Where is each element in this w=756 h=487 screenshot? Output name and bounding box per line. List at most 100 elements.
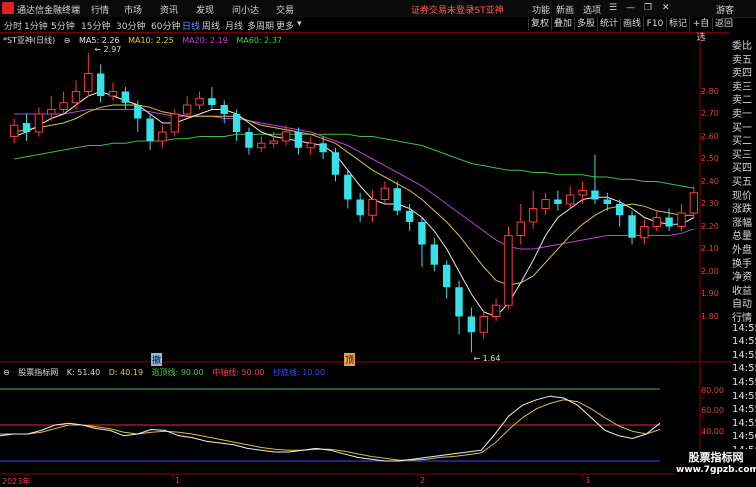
side-panel-item: 卖三 <box>732 81 752 92</box>
candle-body <box>615 204 624 216</box>
close-icon[interactable]: ✕ <box>662 3 670 13</box>
side-panel-item: 买三 <box>732 149 752 160</box>
minimize-icon[interactable]: — <box>626 3 635 13</box>
ma-lines <box>14 90 695 318</box>
indicator-panel <box>0 388 704 462</box>
candle-body <box>47 109 56 115</box>
candle-body <box>393 188 401 211</box>
candle-body <box>158 131 167 142</box>
period-15min[interactable]: 15分钟 <box>81 19 110 32</box>
period-multi[interactable]: 多周期 <box>247 19 274 32</box>
candle <box>9 118 19 144</box>
period-30min[interactable]: 30分钟 <box>116 19 145 32</box>
bottom-line-label: 抄底线: 10.00 <box>272 368 326 377</box>
menu-gongneng[interactable]: 功能 <box>532 3 550 16</box>
signal-marker-2: 顶 <box>344 353 356 366</box>
mark-button[interactable]: 标记 <box>666 17 689 31</box>
side-panel-item: 14:56 <box>732 431 756 443</box>
candle-body <box>591 190 599 200</box>
menu-bar: 通达信金融终端 行情 市场 资讯 发现 问小达 交易 证券交易未登录 *ST亚神… <box>0 0 756 18</box>
chart-area[interactable] <box>0 32 732 487</box>
back-button[interactable]: 返回 <box>712 17 735 31</box>
candle <box>146 114 154 150</box>
draw-line-button[interactable]: 画线 <box>620 17 643 31</box>
period-60min[interactable]: 60分钟 <box>151 19 180 32</box>
f10-button[interactable]: F10 <box>643 17 666 31</box>
period-fenshi[interactable]: 分时 <box>4 19 22 32</box>
d-label: D: 40.19 <box>108 368 144 377</box>
maximize-icon[interactable]: ❐ <box>644 3 652 13</box>
candle <box>84 53 93 96</box>
side-panel-item: 14:55 <box>732 417 756 429</box>
period-weekly[interactable]: 周线 <box>202 19 220 32</box>
candle-body <box>208 98 216 105</box>
candle <box>516 204 526 245</box>
menu-xuanxiang[interactable]: 选项 <box>583 3 601 16</box>
period-1min[interactable]: 1分钟 <box>24 19 48 32</box>
candle <box>479 309 488 339</box>
candle <box>34 107 44 137</box>
period-5min[interactable]: 5分钟 <box>51 19 75 32</box>
login-warning[interactable]: 证券交易未登录 <box>411 3 474 16</box>
y-tick-label: 2.30 <box>701 199 719 208</box>
candle <box>591 154 599 204</box>
menu-zixun[interactable]: 资讯 <box>160 3 178 16</box>
candle <box>504 226 513 310</box>
side-panel-item: 买一 <box>732 122 752 133</box>
candle <box>108 82 118 101</box>
period-monthly[interactable]: 月线 <box>225 19 243 32</box>
add-watchlist-button[interactable]: +自选 <box>689 17 712 43</box>
candle-body <box>665 217 673 227</box>
x-label-3: 3 <box>585 476 591 485</box>
x-label-year: 2023年 <box>2 477 31 486</box>
period-daily[interactable]: 日线 <box>182 19 200 32</box>
main-grid <box>0 32 732 487</box>
candle-body <box>281 131 291 142</box>
candle-body <box>294 132 303 148</box>
candle <box>640 219 649 245</box>
side-panel-item: 14:55 <box>732 349 756 361</box>
candle-body <box>491 304 501 317</box>
multi-stock-button[interactable]: 多股 <box>574 17 597 31</box>
watermark-title: 股票指标网 <box>688 451 744 464</box>
guest-label[interactable]: 游客 <box>716 3 734 16</box>
menu-faxian[interactable]: 发现 <box>196 3 214 16</box>
low-annotation: ← 1.64 <box>473 353 501 363</box>
menu-hangqing[interactable]: 行情 <box>91 3 109 16</box>
k-label: K: 51.40 <box>66 368 101 377</box>
menu-jiaoyi[interactable]: 交易 <box>276 3 294 16</box>
ma20-line <box>14 109 694 250</box>
stats-button[interactable]: 统计 <box>597 17 620 31</box>
period-more-chevron-icon[interactable]: ▾ <box>297 19 302 29</box>
top-line-label: 逃顶线: 90.00 <box>151 368 204 377</box>
candle <box>455 280 463 335</box>
candle <box>220 100 228 123</box>
candle-body <box>121 91 130 103</box>
y-tick-label: 2.60 <box>701 131 719 141</box>
candle-body <box>257 142 266 149</box>
menu-wenxiaoda[interactable]: 问小达 <box>232 3 259 16</box>
candle-body <box>96 73 105 96</box>
menu-xinhua[interactable]: 新画 <box>556 3 574 16</box>
side-panel-item: 委比 <box>732 41 752 51</box>
candle-body <box>652 217 661 227</box>
candle-body <box>418 222 426 245</box>
candle-body <box>170 113 180 133</box>
menu-icon[interactable]: ☰ <box>609 3 617 13</box>
candle <box>232 109 241 141</box>
candle-body <box>22 123 31 132</box>
overlay-button[interactable]: 叠加 <box>551 17 574 31</box>
menu-shichang[interactable]: 市场 <box>124 3 142 16</box>
y-tick-label: 2.10 <box>701 244 719 253</box>
candle-body <box>516 221 526 236</box>
side-panel-item: 14:55 <box>732 322 756 334</box>
collapse-icon[interactable]: ⊖ <box>3 368 10 377</box>
period-more[interactable]: 更多 <box>276 19 294 32</box>
side-panel-item: 涨跌 <box>732 204 752 215</box>
candle-body <box>269 140 278 144</box>
fuquan-button[interactable]: 复权 <box>528 17 551 31</box>
ma5-line <box>14 90 695 318</box>
candle-body <box>245 132 253 148</box>
candle <box>566 186 575 209</box>
candle <box>59 91 68 114</box>
